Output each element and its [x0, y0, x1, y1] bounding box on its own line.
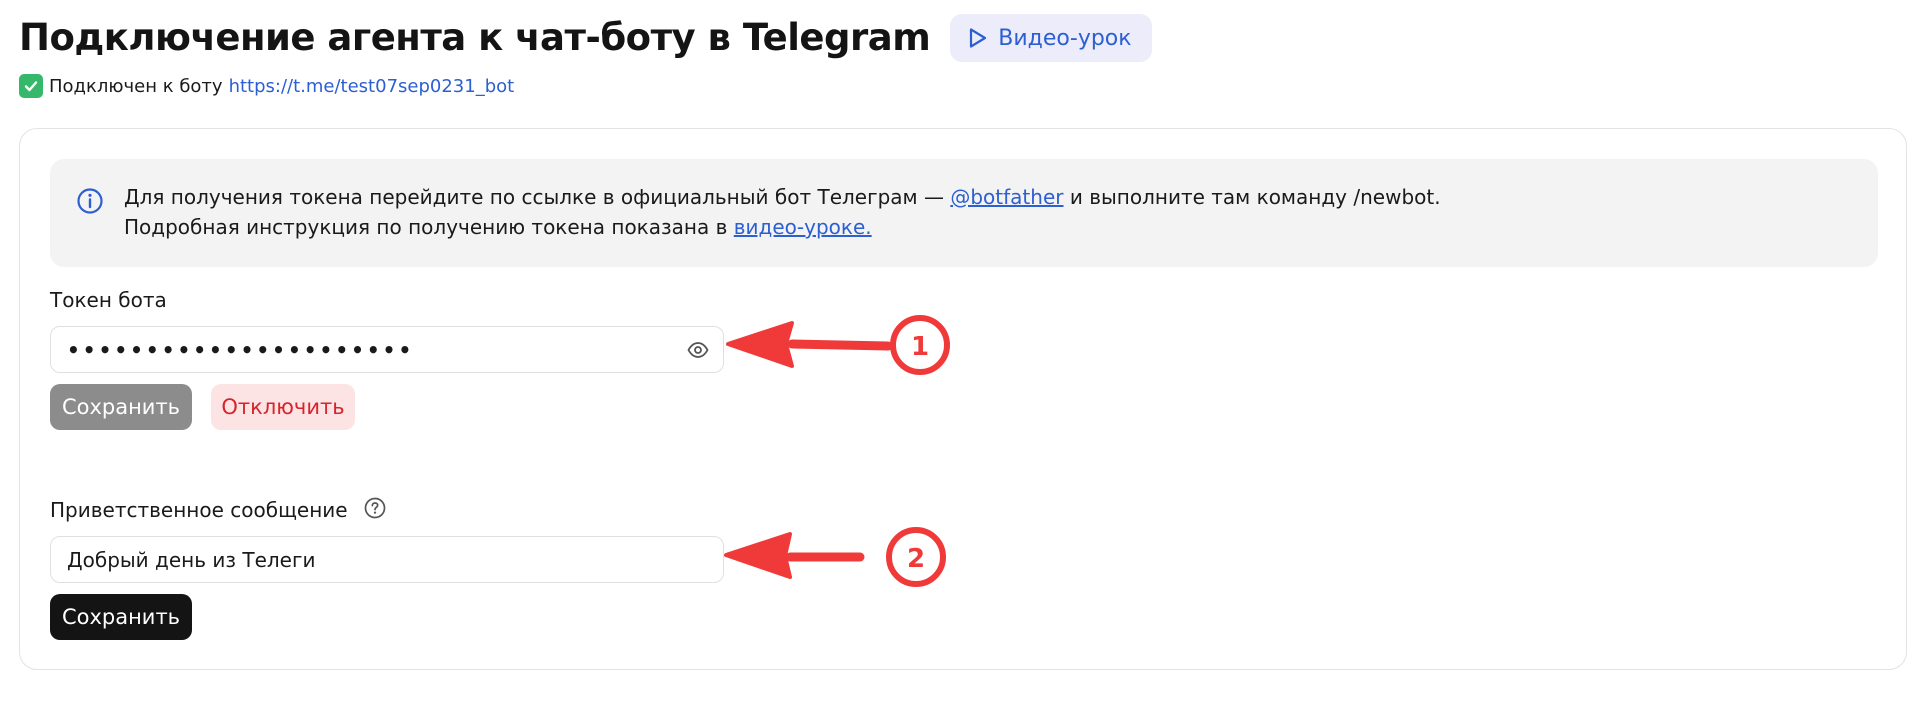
token-masked-value: ••••••••••••••••••••••	[67, 337, 415, 362]
check-icon	[19, 74, 43, 98]
play-icon	[968, 27, 988, 49]
botfather-link[interactable]: @botfather	[950, 185, 1063, 209]
help-icon[interactable]	[364, 497, 386, 524]
greeting-input[interactable]: Добрый день из Телеги	[50, 536, 724, 583]
info-text: Для получения токена перейдите по ссылке…	[124, 182, 1441, 242]
page: Подключение агента к чат-боту в Telegram…	[0, 0, 1926, 705]
video-lesson-button[interactable]: Видео-урок	[950, 14, 1152, 62]
header: Подключение агента к чат-боту в Telegram…	[19, 14, 1152, 62]
page-title: Подключение агента к чат-боту в Telegram	[19, 16, 931, 59]
connection-status: Подключен к боту https://t.me/test07sep0…	[19, 74, 514, 98]
info-line-1-end: и выполните там команду /newbot.	[1063, 185, 1441, 209]
token-input[interactable]: ••••••••••••••••••••••	[50, 326, 724, 373]
info-icon	[76, 187, 104, 219]
save-greeting-button[interactable]: Сохранить	[50, 594, 192, 640]
info-line-1-start: Для получения токена перейдите по ссылке…	[124, 185, 951, 209]
disconnect-button[interactable]: Отключить	[211, 384, 355, 430]
greeting-label-row: Приветственное сообщение	[50, 497, 386, 524]
token-label: Токен бота	[50, 288, 167, 312]
info-notice: Для получения токена перейдите по ссылке…	[50, 159, 1878, 267]
greeting-input-value: Добрый день из Телеги	[67, 547, 316, 572]
eye-icon[interactable]	[687, 340, 709, 364]
info-line-2-start: Подробная инструкция по получению токена…	[124, 215, 734, 239]
bot-link[interactable]: https://t.me/test07sep0231_bot	[229, 76, 515, 97]
info-line-2: Подробная инструкция по получению токена…	[124, 212, 1441, 242]
connection-status-text: Подключен к боту	[49, 75, 223, 97]
info-line-1: Для получения токена перейдите по ссылке…	[124, 182, 1441, 212]
save-token-button[interactable]: Сохранить	[50, 384, 192, 430]
video-lesson-label: Видео-урок	[998, 25, 1132, 51]
video-lesson-link[interactable]: видео-уроке.	[734, 215, 872, 239]
greeting-label: Приветственное сообщение	[50, 498, 348, 522]
settings-card: Для получения токена перейдите по ссылке…	[19, 128, 1907, 670]
